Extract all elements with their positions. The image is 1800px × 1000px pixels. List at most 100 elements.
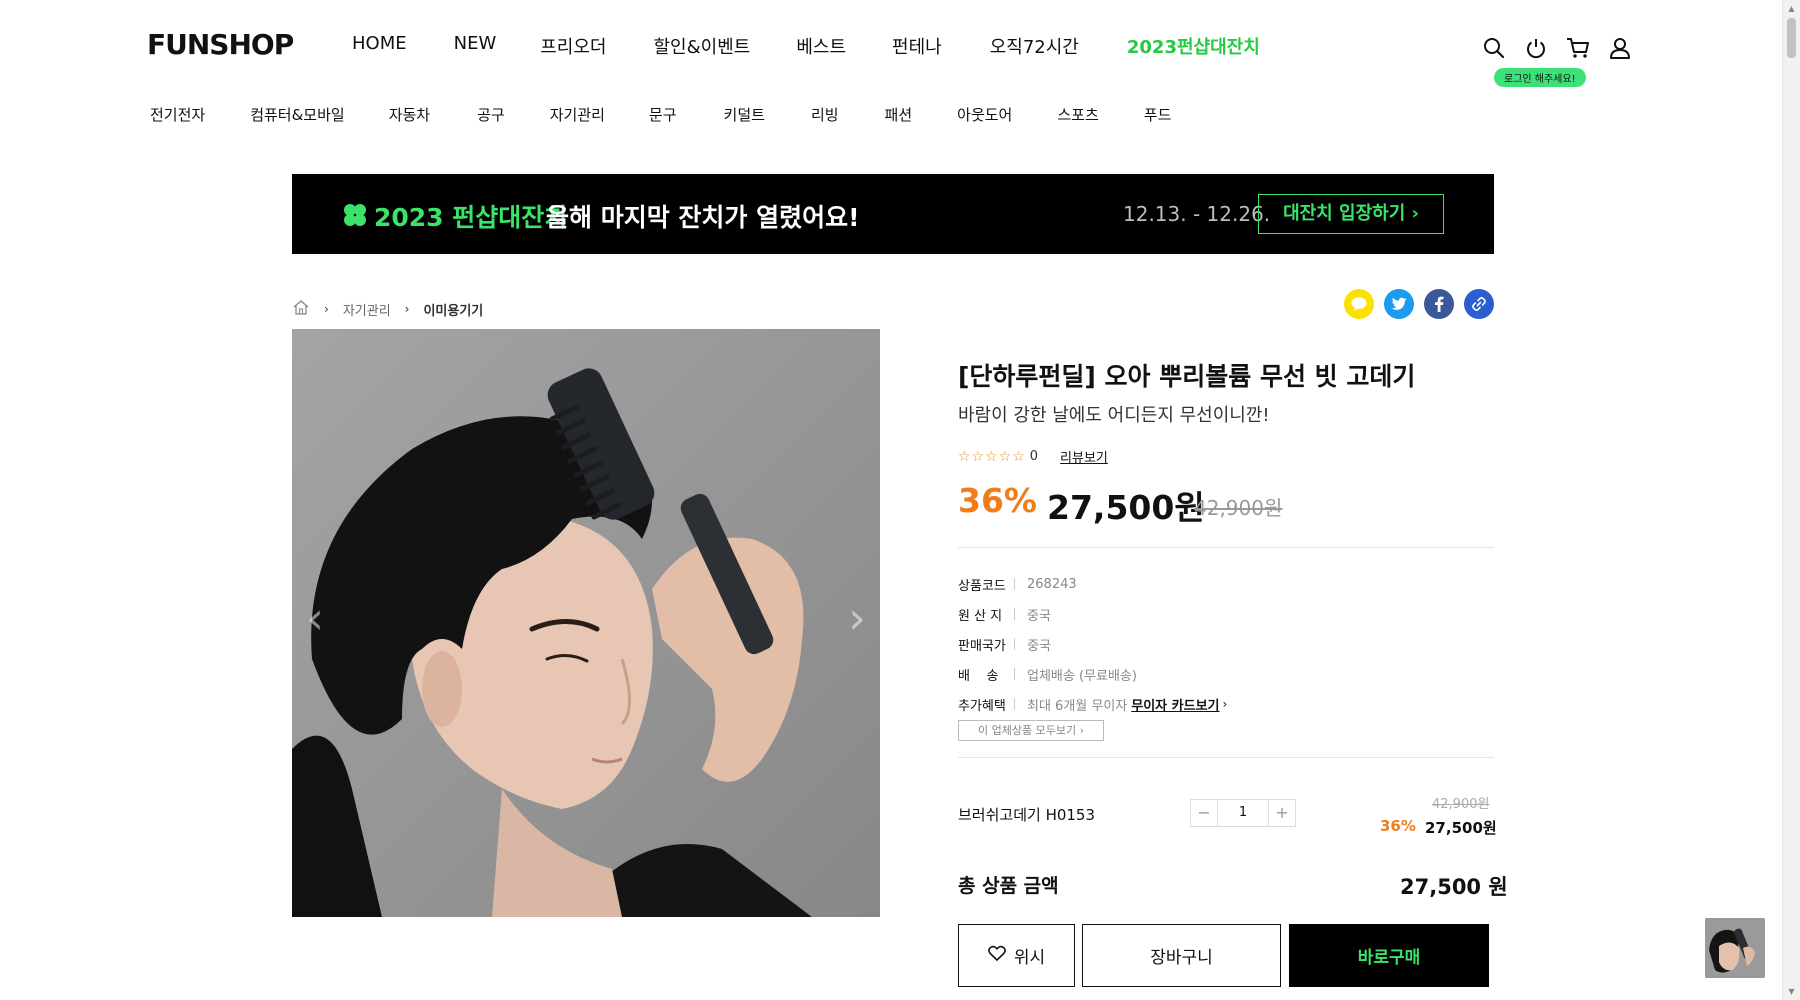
- category-item-car[interactable]: 자동차: [389, 104, 430, 125]
- nav-item-home[interactable]: HOME: [352, 33, 407, 59]
- plus-button[interactable]: +: [1269, 800, 1295, 826]
- chevron-right-icon: ›: [404, 302, 410, 316]
- divider: [958, 757, 1494, 758]
- breadcrumb-level2[interactable]: 이미용기기: [423, 300, 483, 319]
- option-original-price: 42,900원: [1432, 797, 1490, 812]
- review-count: 0: [1029, 449, 1039, 464]
- total-price: 27,500 원: [1400, 875, 1508, 899]
- divider: [1014, 668, 1015, 680]
- product-main-image[interactable]: ‹ ›: [292, 329, 880, 917]
- info-value: 중국: [1027, 608, 1051, 624]
- sale-price: 27,500원: [1047, 488, 1205, 527]
- info-label: 상품코드: [958, 578, 1006, 594]
- link-icon[interactable]: [1464, 289, 1494, 319]
- option-price: 27,500원: [1425, 819, 1497, 837]
- clover-icon: [342, 202, 368, 232]
- option-name: 브러쉬고데기 H0153: [958, 806, 1096, 824]
- quantity-input[interactable]: 1: [1217, 800, 1269, 826]
- scrollbar-thumb[interactable]: [1787, 18, 1796, 58]
- user-icon[interactable]: [1606, 34, 1634, 62]
- breadcrumb-level1[interactable]: 자기관리: [343, 300, 391, 319]
- info-label: 배 송: [958, 668, 999, 684]
- product-subtitle: 바람이 강한 날에도 어디든지 무선이니깐!: [958, 405, 1270, 426]
- scroll-down-arrow[interactable]: ▼: [1783, 983, 1800, 1000]
- facebook-icon[interactable]: [1424, 289, 1454, 319]
- banner-enter-button[interactable]: 대잔치 입장하기 ›: [1258, 194, 1444, 234]
- buy-label: 바로구매: [1357, 948, 1421, 968]
- power-icon[interactable]: [1522, 34, 1550, 62]
- card-benefit-link[interactable]: 무이자 카드보기: [1131, 695, 1219, 714]
- info-label: 판매국가: [958, 638, 1006, 654]
- category-item-outdoor[interactable]: 아웃도어: [957, 104, 1012, 125]
- divider: [958, 547, 1494, 548]
- divider: [1014, 578, 1015, 590]
- buy-now-button[interactable]: 바로구매: [1289, 924, 1489, 987]
- cart-label: 장바구니: [1150, 948, 1213, 968]
- nav-item-preorder[interactable]: 프리오더: [540, 33, 606, 59]
- nav-item-sale-event[interactable]: 할인&이벤트: [654, 33, 751, 59]
- info-row-country: 판매국가 중국: [958, 629, 1227, 659]
- banner-button-label: 대잔치 입장하기: [1283, 203, 1406, 224]
- nav-item-funtenna[interactable]: 펀테나: [892, 33, 942, 59]
- search-icon[interactable]: [1480, 34, 1508, 62]
- scroll-up-arrow[interactable]: ▲: [1783, 0, 1800, 17]
- page-scrollbar[interactable]: ▲ ▼: [1782, 0, 1800, 1000]
- category-item-computer-mobile[interactable]: 컴퓨터&모바일: [250, 104, 345, 125]
- category-item-tools[interactable]: 공구: [477, 104, 505, 125]
- info-row-origin: 원 산 지 중국: [958, 599, 1227, 629]
- banner-title: 2023 펀샵대잔치: [374, 203, 568, 232]
- nav-item-new[interactable]: NEW: [454, 33, 497, 59]
- product-photo: [292, 329, 880, 917]
- chevron-right-icon: ›: [324, 302, 329, 316]
- category-item-food[interactable]: 푸드: [1144, 104, 1172, 125]
- gallery-prev-arrow[interactable]: ‹: [300, 597, 330, 641]
- star-rating: ☆☆☆☆☆: [958, 448, 1026, 465]
- divider: [1014, 638, 1015, 650]
- category-item-kidult[interactable]: 키덜트: [724, 104, 765, 125]
- review-link[interactable]: 리뷰보기: [1060, 447, 1108, 466]
- option-discount: 36%: [1380, 817, 1416, 835]
- info-row-code: 상품코드 268243: [958, 569, 1227, 599]
- info-value: 업체배송 (무료배송): [1027, 668, 1137, 684]
- banner-subtitle: 올해 마지막 잔치가 열렸어요!: [546, 203, 860, 232]
- add-to-cart-button[interactable]: 장바구니: [1082, 924, 1281, 987]
- category-item-self-care[interactable]: 자기관리: [550, 104, 605, 125]
- home-icon[interactable]: [292, 299, 310, 319]
- total-label: 총 상품 금액: [958, 875, 1059, 897]
- info-row-delivery: 배 송 업체배송 (무료배송): [958, 659, 1227, 689]
- site-logo[interactable]: FUNSHOP: [147, 28, 294, 61]
- all-products-label: 이 업체상품 모두보기: [978, 724, 1077, 737]
- nav-item-best[interactable]: 베스트: [796, 33, 846, 59]
- chevron-right-icon: ›: [1222, 697, 1228, 711]
- info-value: 268243: [1027, 576, 1077, 592]
- wish-label: 위시: [1013, 948, 1046, 968]
- nav-item-72hours[interactable]: 오직72시간: [990, 33, 1079, 59]
- nav-item-2023-festival[interactable]: 2023펀샵대잔치: [1127, 33, 1260, 59]
- festival-banner[interactable]: 2023 펀샵대잔치 올해 마지막 잔치가 열렸어요! 12.13. - 12.…: [292, 174, 1494, 254]
- kakaotalk-icon[interactable]: [1344, 289, 1374, 319]
- twitter-icon[interactable]: [1384, 289, 1414, 319]
- category-item-living[interactable]: 리빙: [811, 104, 839, 125]
- info-value: 최대 6개월 무이자: [1027, 698, 1128, 714]
- login-tooltip[interactable]: 로그인 해주세요!: [1494, 68, 1586, 87]
- category-item-electronics[interactable]: 전기전자: [150, 104, 205, 125]
- product-title: [단하루펀딜] 오아 뿌리볼륨 무선 빗 고데기: [958, 362, 1416, 391]
- share-buttons: [1344, 289, 1494, 319]
- gallery-next-arrow[interactable]: ›: [842, 597, 872, 641]
- all-seller-products-button[interactable]: 이 업체상품 모두보기 ›: [958, 720, 1104, 741]
- category-item-sports[interactable]: 스포츠: [1057, 104, 1098, 125]
- rating: ☆☆☆☆☆ 0 리뷰보기: [958, 447, 1108, 467]
- product-info-table: 상품코드 268243 원 산 지 중국 판매국가 중국 배 송 업체배송 (무…: [958, 569, 1227, 719]
- header-icons: [1480, 34, 1634, 62]
- category-item-stationery[interactable]: 문구: [649, 104, 677, 125]
- wish-button[interactable]: 위시: [958, 924, 1075, 987]
- cart-icon[interactable]: [1564, 34, 1592, 62]
- info-value: 중국: [1027, 638, 1051, 654]
- heart-icon: [987, 945, 1006, 966]
- category-nav: 전기전자 컴퓨터&모바일 자동차 공구 자기관리 문구 키덜트 리빙 패션 아웃…: [150, 104, 1171, 125]
- category-item-fashion[interactable]: 패션: [885, 104, 913, 125]
- info-row-benefit: 추가혜택 최대 6개월 무이자 무이자 카드보기 ›: [958, 689, 1227, 719]
- recent-product-thumbnail[interactable]: [1705, 918, 1765, 978]
- info-label: 원 산 지: [958, 608, 1003, 624]
- minus-button[interactable]: −: [1191, 800, 1217, 826]
